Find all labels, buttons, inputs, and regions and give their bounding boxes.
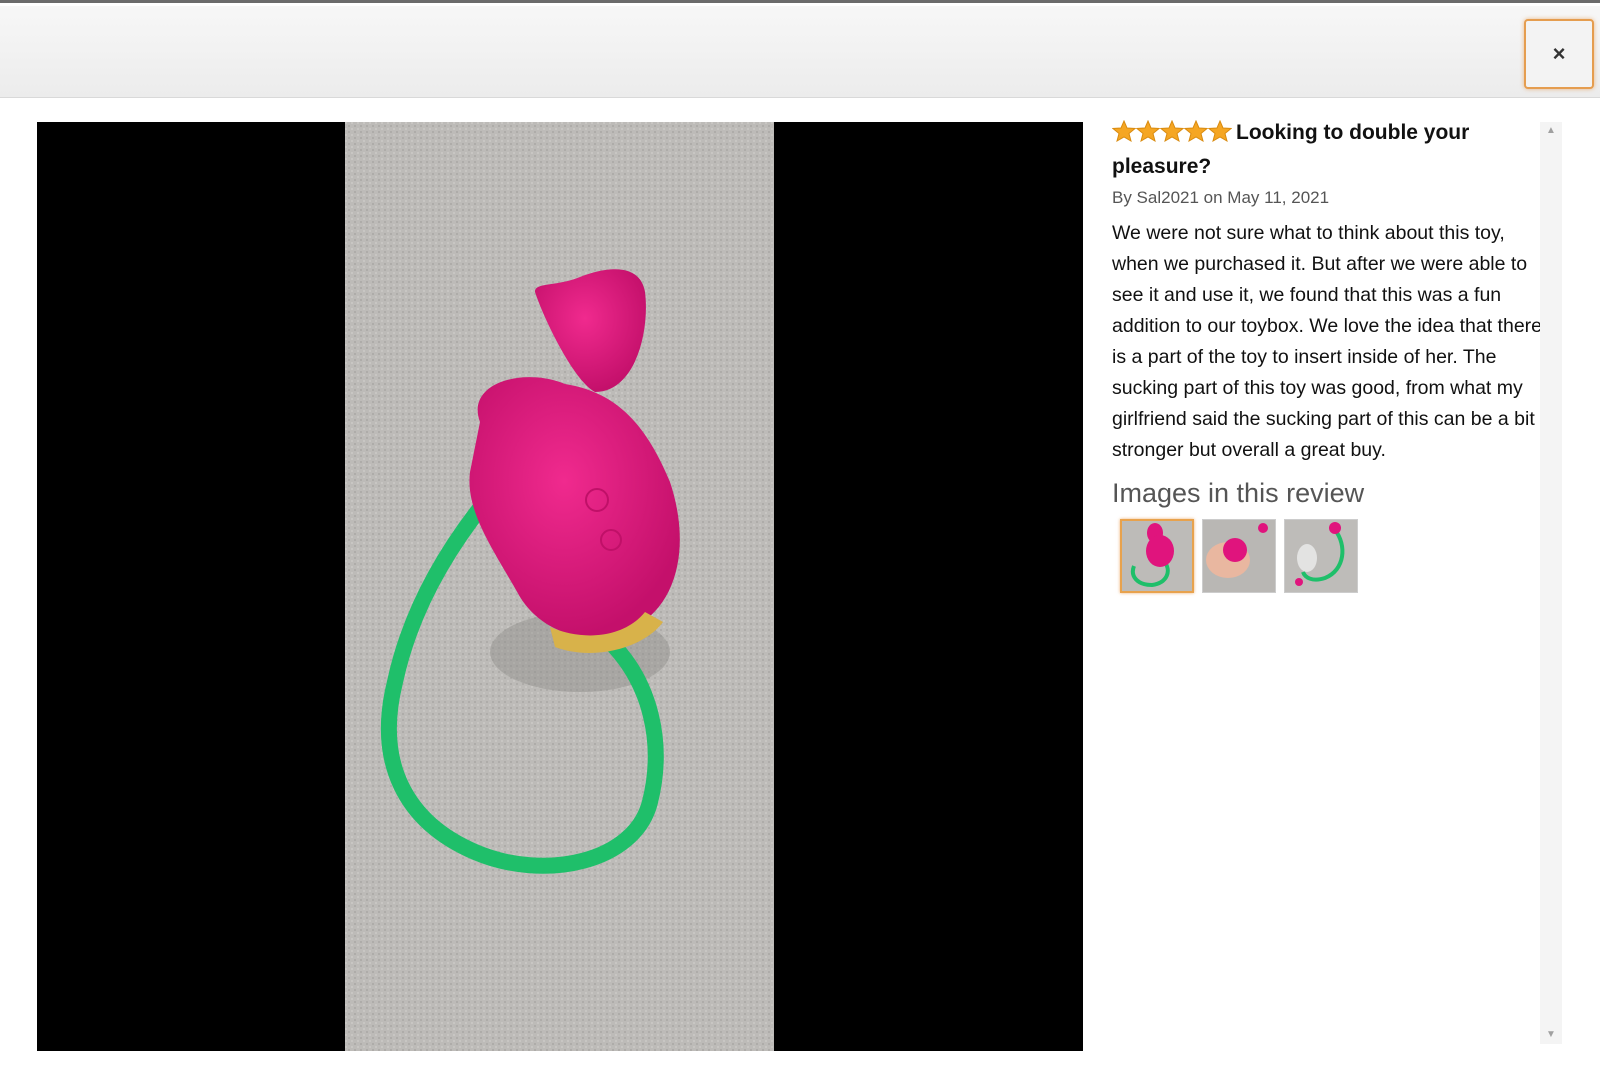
close-button[interactable]: ×: [1524, 19, 1594, 89]
scroll-up-icon[interactable]: ▲: [1544, 124, 1558, 138]
review-photo: [345, 122, 774, 1051]
thumbnail-image: [1203, 520, 1275, 592]
star-icon: [1207, 119, 1233, 143]
review-panel: Looking to double your pleasure? By Sal2…: [1111, 117, 1542, 593]
review-title-row: Looking to double your pleasure?: [1111, 117, 1542, 182]
star-icon: [1111, 119, 1137, 143]
image-review-modal: × Looking to double your pleasure? By Sa…: [0, 0, 1600, 1088]
star-icon: [1159, 119, 1185, 143]
modal-header: ×: [0, 6, 1600, 98]
review-thumbnail[interactable]: [1284, 519, 1358, 593]
close-icon: ×: [1552, 41, 1566, 66]
star-icon: [1183, 119, 1209, 143]
main-image-viewer: [37, 122, 1083, 1051]
images-heading: Images in this review: [1112, 478, 1365, 508]
review-thumbnail[interactable]: [1202, 519, 1276, 593]
review-thumbnail[interactable]: [1120, 519, 1194, 593]
thumbnail-strip: [1112, 519, 1542, 593]
star-icon: [1135, 119, 1161, 143]
star-rating: [1111, 119, 1233, 151]
review-byline: By Sal2021 on May 11, 2021: [1112, 188, 1330, 207]
review-scrollbar[interactable]: ▲ ▼: [1540, 122, 1562, 1044]
thumbnail-image: [1122, 521, 1192, 591]
review-body: We were not sure what to think about thi…: [1112, 222, 1542, 461]
thumbnail-image: [1285, 520, 1357, 592]
scroll-down-icon[interactable]: ▼: [1544, 1028, 1558, 1042]
